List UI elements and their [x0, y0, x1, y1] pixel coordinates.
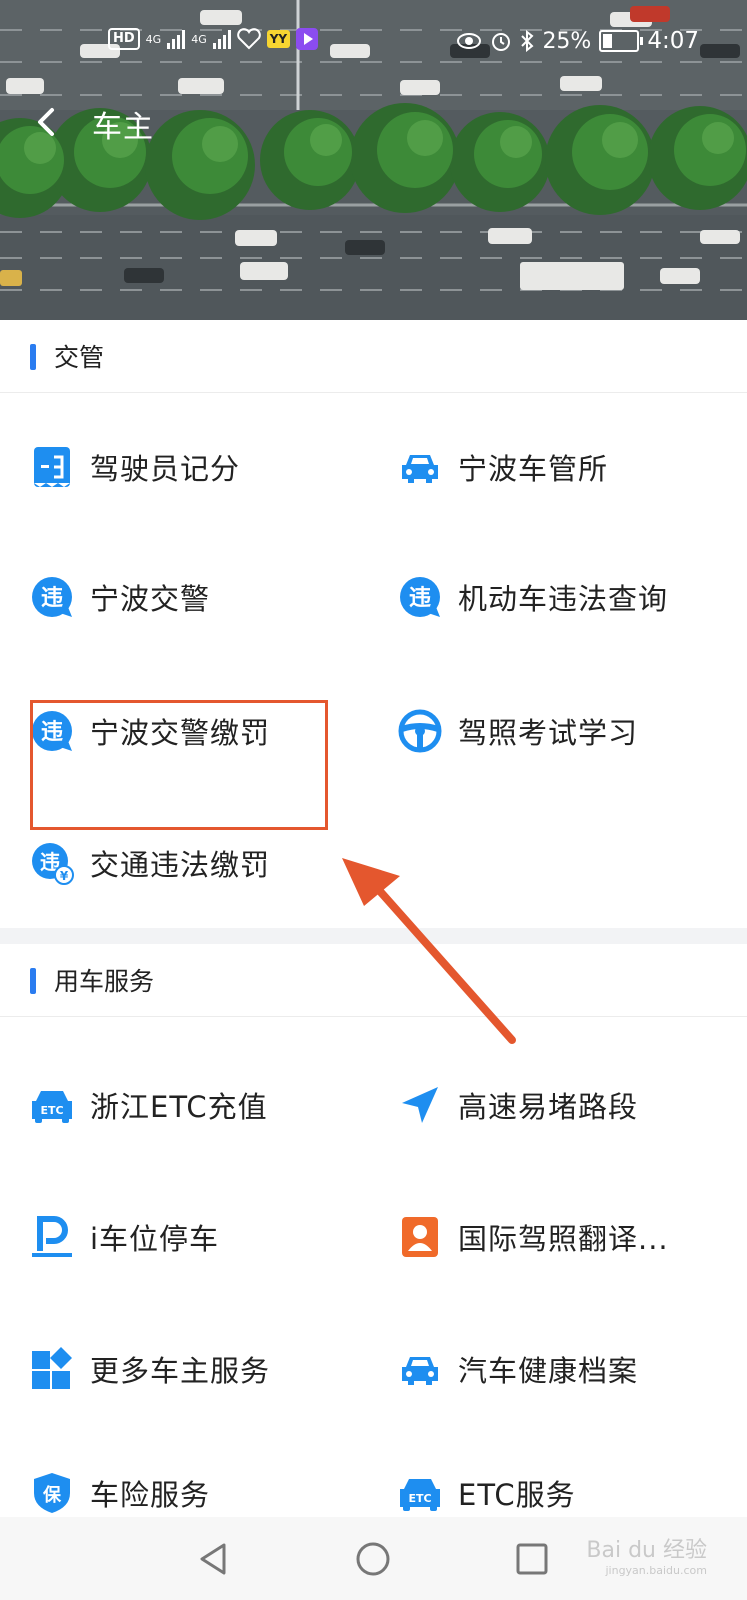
- parking-icon: [32, 1216, 72, 1257]
- service-label: 驾驶员记分: [90, 452, 241, 486]
- steering-wheel-icon: [398, 709, 442, 753]
- navigation-arrow-icon: [402, 1087, 438, 1123]
- section-accent-bar: [30, 344, 36, 370]
- back-triangle-icon[interactable]: [196, 1541, 232, 1577]
- back-arrow-icon[interactable]: [28, 102, 68, 142]
- home-circle-icon[interactable]: [355, 1541, 391, 1577]
- section-title: 交管: [54, 343, 105, 372]
- service-label: 浙江ETC充值: [90, 1090, 268, 1124]
- service-label: 汽车健康档案: [458, 1354, 639, 1388]
- service-item-vehicle-office[interactable]: 宁波车管所: [398, 436, 728, 498]
- svg-text:ETC: ETC: [40, 1104, 63, 1117]
- service-label: 车险服务: [90, 1478, 211, 1512]
- bluetooth-icon: [521, 30, 534, 52]
- svg-text:¥: ¥: [60, 869, 69, 883]
- service-item-license-translation[interactable]: 国际驾照翻译...: [398, 1206, 728, 1268]
- id-card-icon: [402, 1217, 438, 1257]
- service-label: 驾照考试学习: [458, 716, 639, 750]
- violation-bubble-icon: 违: [32, 577, 72, 617]
- signal-icon: [212, 29, 231, 49]
- service-item-etc-service[interactable]: ETC ETC服务: [398, 1462, 728, 1524]
- yy-app-icon: YY: [266, 30, 291, 48]
- header-banner: HD 4G 4G YY 25% 4:07 车主: [0, 0, 747, 320]
- service-item-highway-congestion[interactable]: 高速易堵路段: [398, 1074, 728, 1136]
- section-title: 用车服务: [54, 967, 155, 996]
- score-card-icon: [34, 447, 70, 487]
- service-item-parking[interactable]: i车位停车: [30, 1206, 360, 1268]
- svg-text:违: 违: [409, 585, 431, 611]
- insurance-shield-icon: 保: [34, 1473, 70, 1513]
- violation-payment-icon: 违 ¥: [32, 843, 74, 885]
- service-label: 宁波交警: [90, 582, 211, 616]
- service-item-license-exam[interactable]: 驾照考试学习: [398, 700, 728, 762]
- service-label: 交通违法缴罚: [90, 848, 271, 882]
- page-title: 车主: [92, 110, 154, 145]
- network-type-label: 4G: [145, 32, 162, 46]
- annotation-highlight-box: [30, 700, 328, 830]
- svg-text:ETC: ETC: [408, 1492, 431, 1505]
- section-divider: [0, 928, 747, 944]
- grid-apps-icon: [32, 1347, 72, 1389]
- video-app-icon: [296, 28, 319, 50]
- alarm-icon: [492, 33, 511, 51]
- service-label: ETC服务: [458, 1478, 576, 1512]
- car-icon: [402, 455, 438, 483]
- section-accent-bar: [30, 968, 36, 994]
- signal-icon: [167, 29, 186, 49]
- service-label: 机动车违法查询: [458, 582, 669, 616]
- service-label: 国际驾照翻译...: [458, 1222, 669, 1256]
- recents-square-icon[interactable]: [514, 1541, 550, 1577]
- svg-text:违: 违: [41, 585, 63, 611]
- svg-text:保: 保: [42, 1484, 62, 1506]
- service-item-traffic-police[interactable]: 违 宁波交警: [30, 566, 360, 628]
- status-bar: HD 4G 4G YY 25% 4:07: [0, 26, 747, 62]
- service-item-more-services[interactable]: 更多车主服务: [30, 1338, 360, 1400]
- service-label: i车位停车: [90, 1222, 220, 1256]
- network-type-label: 4G: [191, 32, 207, 46]
- navigation-bar: 车主: [0, 96, 747, 150]
- watermark: Bai du 经验 jingyan.baidu.com: [586, 1532, 707, 1577]
- violation-bubble-icon: 违: [400, 577, 440, 617]
- etc-car-icon: ETC: [400, 1479, 440, 1511]
- service-item-etc-recharge[interactable]: ETC 浙江ETC充值: [30, 1074, 360, 1136]
- battery-icon: [599, 30, 644, 52]
- service-item-violation-query[interactable]: 违 机动车违法查询: [398, 566, 728, 628]
- service-label: 高速易堵路段: [458, 1090, 639, 1124]
- hd-voice-icon: HD: [108, 28, 140, 50]
- service-item-driver-score[interactable]: 驾驶员记分: [30, 436, 360, 498]
- eye-icon: [457, 33, 482, 49]
- service-label: 宁波车管所: [458, 452, 609, 486]
- section-header-traffic: 交管: [0, 320, 747, 393]
- section-header-car-services: 用车服务: [0, 944, 747, 1017]
- battery-percent: 25%: [542, 28, 592, 54]
- watermark-url: jingyan.baidu.com: [605, 1564, 707, 1577]
- clock-time: 4:07: [647, 28, 699, 54]
- car-icon: [402, 1357, 438, 1385]
- health-heart-icon: [236, 28, 261, 50]
- service-item-car-health[interactable]: 汽车健康档案: [398, 1338, 728, 1400]
- service-item-insurance[interactable]: 保 车险服务: [30, 1462, 360, 1524]
- watermark-text: Bai du 经验: [586, 1538, 707, 1563]
- etc-car-icon: ETC: [32, 1091, 72, 1123]
- service-item-violation-payment[interactable]: 违 ¥ 交通违法缴罚: [30, 832, 360, 894]
- service-label: 更多车主服务: [90, 1354, 271, 1388]
